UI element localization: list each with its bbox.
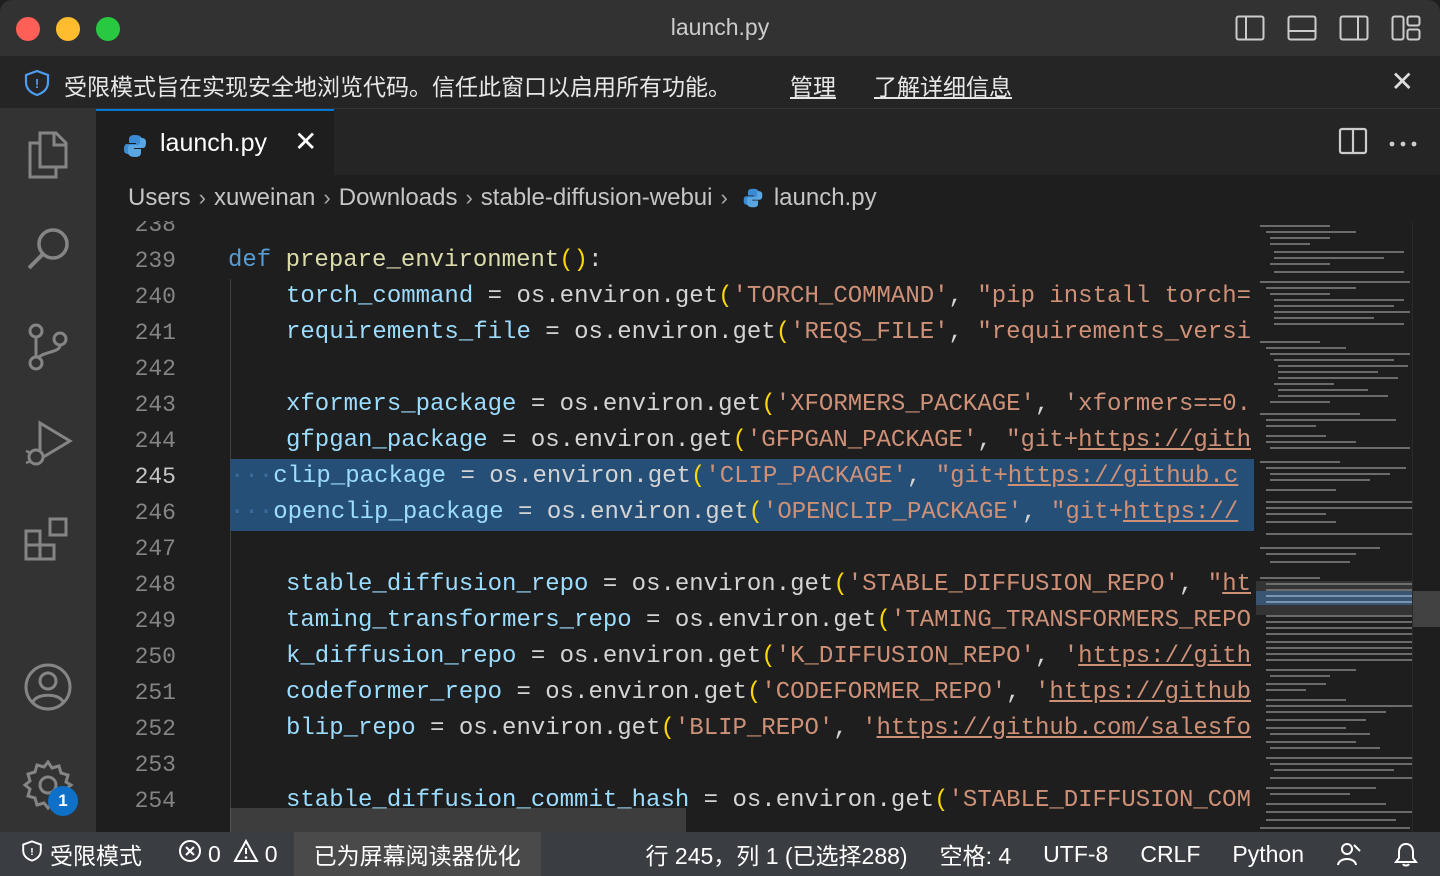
code-line-241: requirements_file = os.environ.get('REQS… <box>286 319 1252 346</box>
feedback-icon[interactable] <box>1320 832 1378 876</box>
close-banner-button[interactable]: ✕ <box>1391 68 1414 96</box>
activity-bar <box>0 109 96 832</box>
indentation-status[interactable]: 空格: 4 <box>924 832 1028 876</box>
warning-count: 0 <box>264 840 278 867</box>
problems-status[interactable]: 0 0 <box>162 832 294 876</box>
line-number: 239 <box>134 248 176 274</box>
search-icon[interactable] <box>20 221 76 277</box>
vertical-scrollbar[interactable] <box>1412 221 1440 832</box>
window-title: launch.py <box>670 14 770 40</box>
breadcrumb-item[interactable]: Users <box>128 184 191 212</box>
tab-label: launch.py <box>160 129 268 157</box>
code-line-252: blip_repo = os.environ.get('BLIP_REPO', … <box>286 715 1252 742</box>
extensions-icon[interactable] <box>20 511 76 567</box>
title-bar: launch.py <box>0 0 1440 56</box>
code-line-246: ···openclip_package = os.environ.get('OP… <box>230 499 1239 526</box>
warning-icon <box>233 838 259 869</box>
line-number: 243 <box>134 392 176 418</box>
eol-status[interactable]: CRLF <box>1124 832 1216 876</box>
code-line-251: codeformer_repo = os.environ.get('CODEFO… <box>286 679 1252 706</box>
line-number: 240 <box>134 284 176 310</box>
line-number: 238 <box>134 221 176 238</box>
encoding-status[interactable]: UTF-8 <box>1027 832 1124 876</box>
close-tab-icon[interactable]: ✕ <box>294 125 317 158</box>
more-actions-icon[interactable] <box>1388 135 1418 153</box>
code-line-248: stable_diffusion_repo = os.environ.get('… <box>286 571 1252 598</box>
restricted-mode-banner: ! 受限模式旨在实现安全地浏览代码。信任此窗口以启用所有功能。 管理 了解详细信… <box>0 56 1440 109</box>
horizontal-scrollbar-thumb[interactable] <box>230 808 686 832</box>
accounts-icon[interactable] <box>20 659 76 715</box>
line-number: 246 <box>134 500 176 526</box>
restricted-mode-label: 受限模式 <box>50 843 142 869</box>
shield-icon: ! <box>20 839 44 869</box>
run-debug-icon[interactable] <box>20 415 76 471</box>
line-number: 252 <box>134 716 176 742</box>
chevron-right-icon: › <box>465 185 473 210</box>
toggle-primary-sidebar-icon[interactable] <box>1228 12 1272 44</box>
python-file-icon <box>122 133 148 164</box>
screen-reader-status[interactable]: 已为屏幕阅读器优化 <box>293 832 541 876</box>
toggle-panel-icon[interactable] <box>1280 12 1324 44</box>
manage-link[interactable]: 管理 <box>790 68 836 102</box>
chevron-right-icon: › <box>323 185 331 210</box>
code-line-240: torch_command = os.environ.get('TORCH_CO… <box>286 283 1252 310</box>
line-number: 249 <box>134 608 176 634</box>
code-editor[interactable]: def prepare_environment(): torch_command… <box>216 221 1254 832</box>
code-line-239: def prepare_environment(): <box>228 247 603 274</box>
breadcrumb-item[interactable]: Downloads <box>339 184 458 212</box>
line-number: 250 <box>134 644 176 670</box>
breadcrumb-item[interactable]: launch.py <box>774 184 877 212</box>
notifications-bell-icon[interactable] <box>1378 832 1440 876</box>
line-number: 251 <box>134 680 176 706</box>
tab-launch-py[interactable]: launch.py ✕ <box>96 109 334 175</box>
chevron-right-icon: › <box>198 185 206 210</box>
toggle-secondary-sidebar-icon[interactable] <box>1332 12 1376 44</box>
code-line-243: xformers_package = os.environ.get('XFORM… <box>286 391 1251 418</box>
code-line-244: gfpgan_package = os.environ.get('GFPGAN_… <box>286 427 1251 454</box>
status-bar: ! 受限模式 0 0 已为屏幕阅读器优化 行 245，列 1 (已选择288) … <box>0 832 1440 876</box>
code-line-250: k_diffusion_repo = os.environ.get('K_DIF… <box>286 643 1251 670</box>
banner-message: 受限模式旨在实现安全地浏览代码。信任此窗口以启用所有功能。 <box>64 74 731 100</box>
breadcrumb-item[interactable]: stable-diffusion-webui <box>481 184 713 212</box>
minimap-slider[interactable] <box>1256 581 1412 615</box>
minimap[interactable] <box>1256 221 1412 832</box>
settings-badge: 1 <box>48 786 78 816</box>
line-number: 253 <box>134 752 176 778</box>
source-control-icon[interactable] <box>20 319 76 375</box>
explorer-icon[interactable] <box>20 127 76 183</box>
line-number: 248 <box>134 572 176 598</box>
python-file-icon <box>742 187 764 209</box>
line-number: 241 <box>134 320 176 346</box>
line-number: 247 <box>134 536 176 562</box>
split-editor-icon[interactable] <box>1338 127 1368 160</box>
line-number: 244 <box>134 428 176 454</box>
editor-actions <box>1338 127 1418 160</box>
minimap-content <box>1256 225 1412 829</box>
svg-text:!: ! <box>30 847 33 858</box>
error-icon <box>178 839 202 869</box>
shield-icon: ! <box>22 68 52 103</box>
code-line-245: ···clip_package = os.environ.get('CLIP_P… <box>230 463 1239 490</box>
code-line-249: taming_transformers_repo = os.environ.ge… <box>286 607 1251 634</box>
restricted-mode-status[interactable]: ! 受限模式 <box>0 832 162 876</box>
line-number: 254 <box>134 788 176 814</box>
layout-controls <box>1228 12 1428 44</box>
svg-text:!: ! <box>35 76 39 91</box>
active-line-number: 245 <box>134 464 176 490</box>
error-count: 0 <box>208 840 221 867</box>
chevron-right-icon: › <box>720 185 728 210</box>
line-number: 242 <box>134 356 176 382</box>
scrollbar-thumb[interactable] <box>1413 591 1440 627</box>
breadcrumb: Users › xuweinan › Downloads › stable-di… <box>96 175 1440 221</box>
learn-more-link[interactable]: 了解详细信息 <box>874 68 1012 102</box>
cursor-position-status[interactable]: 行 245，列 1 (已选择288) <box>630 832 924 876</box>
language-status[interactable]: Python <box>1216 832 1320 876</box>
indent-guide <box>230 279 231 832</box>
customize-layout-icon[interactable] <box>1384 12 1428 44</box>
breadcrumb-item[interactable]: xuweinan <box>214 184 315 212</box>
line-number-gutter: 238 239 240 241 242 243 244 245 246 247 … <box>96 221 216 832</box>
tab-bar: launch.py ✕ <box>96 109 1440 175</box>
status-bar-right: 行 245，列 1 (已选择288) 空格: 4 UTF-8 CRLF Pyth… <box>540 832 1440 876</box>
